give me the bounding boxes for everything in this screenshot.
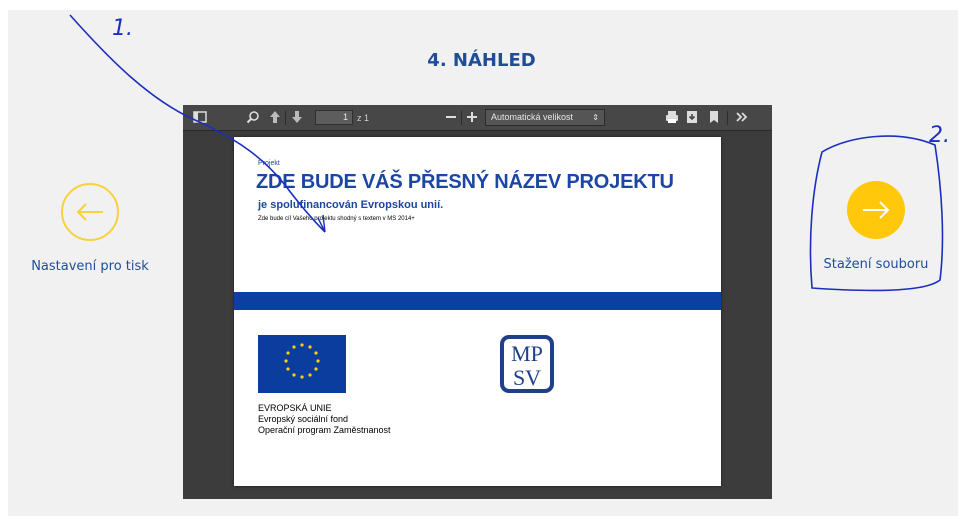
arrow-left-button[interactable] bbox=[61, 183, 119, 241]
download-icon[interactable] bbox=[686, 110, 698, 126]
sidebar-toggle-icon[interactable] bbox=[193, 110, 207, 126]
mpsv-logo-top: MP bbox=[511, 341, 543, 366]
mpsv-logo-bottom: SV bbox=[513, 365, 541, 390]
print-settings-label[interactable]: Nastavení pro tisk bbox=[20, 259, 160, 274]
pdf-page: Projekt ZDE BUDE VÁŠ PŘESNÝ NÁZEV PROJEK… bbox=[234, 137, 721, 486]
pdf-viewer: 1 z 1 Automatická velikost ⇕ Projekt ZDE… bbox=[183, 105, 772, 499]
zoom-select[interactable]: Automatická velikost ⇕ bbox=[485, 109, 605, 126]
page-number-input[interactable]: 1 bbox=[315, 110, 353, 125]
eu-line: EVROPSKÁ UNIE bbox=[258, 403, 332, 413]
eu-line: Evropský sociální fond bbox=[258, 414, 349, 424]
mpsv-logo: MP SV bbox=[500, 335, 554, 398]
page-count: z 1 bbox=[357, 113, 370, 123]
eu-flag-logo bbox=[258, 335, 346, 393]
print-settings-nav[interactable]: Nastavení pro tisk bbox=[20, 183, 160, 274]
eu-text: EVROPSKÁ UNIE Evropský sociální fond Ope… bbox=[258, 403, 391, 436]
toolbar-divider bbox=[461, 111, 462, 125]
eu-line: Operační program Zaměstnanost bbox=[258, 425, 391, 435]
bookmark-icon[interactable] bbox=[709, 110, 719, 126]
arrow-left-icon bbox=[76, 203, 103, 221]
toolbar-divider bbox=[285, 111, 286, 125]
document-title: ZDE BUDE VÁŠ PŘESNÝ NÁZEV PROJEKTU bbox=[256, 171, 674, 193]
arrow-right-button[interactable] bbox=[847, 181, 905, 239]
print-icon[interactable] bbox=[665, 110, 679, 126]
previous-page-icon[interactable] bbox=[269, 110, 281, 126]
document-description: Zde bude cíl Vašeho projektu shodný s te… bbox=[258, 216, 415, 222]
download-file-label[interactable]: Stažení souboru bbox=[816, 257, 936, 272]
select-arrows-icon: ⇕ bbox=[592, 113, 599, 122]
more-tools-icon[interactable] bbox=[735, 110, 749, 126]
document-subtitle: je spolufinancován Evropskou unií. bbox=[258, 199, 444, 211]
document-label: Projekt bbox=[258, 160, 280, 167]
zoom-out-icon[interactable] bbox=[445, 110, 457, 126]
blue-band bbox=[234, 292, 721, 310]
toolbar-divider bbox=[727, 111, 728, 125]
download-file-nav[interactable]: Stažení souboru bbox=[816, 181, 936, 272]
zoom-in-icon[interactable] bbox=[466, 110, 478, 126]
zoom-value: Automatická velikost bbox=[491, 112, 574, 122]
arrow-right-icon bbox=[863, 201, 890, 219]
next-page-icon[interactable] bbox=[291, 110, 303, 126]
page-title: 4. NÁHLED bbox=[427, 50, 536, 71]
pdf-toolbar: 1 z 1 Automatická velikost ⇕ bbox=[183, 105, 772, 131]
search-icon[interactable] bbox=[246, 110, 260, 126]
